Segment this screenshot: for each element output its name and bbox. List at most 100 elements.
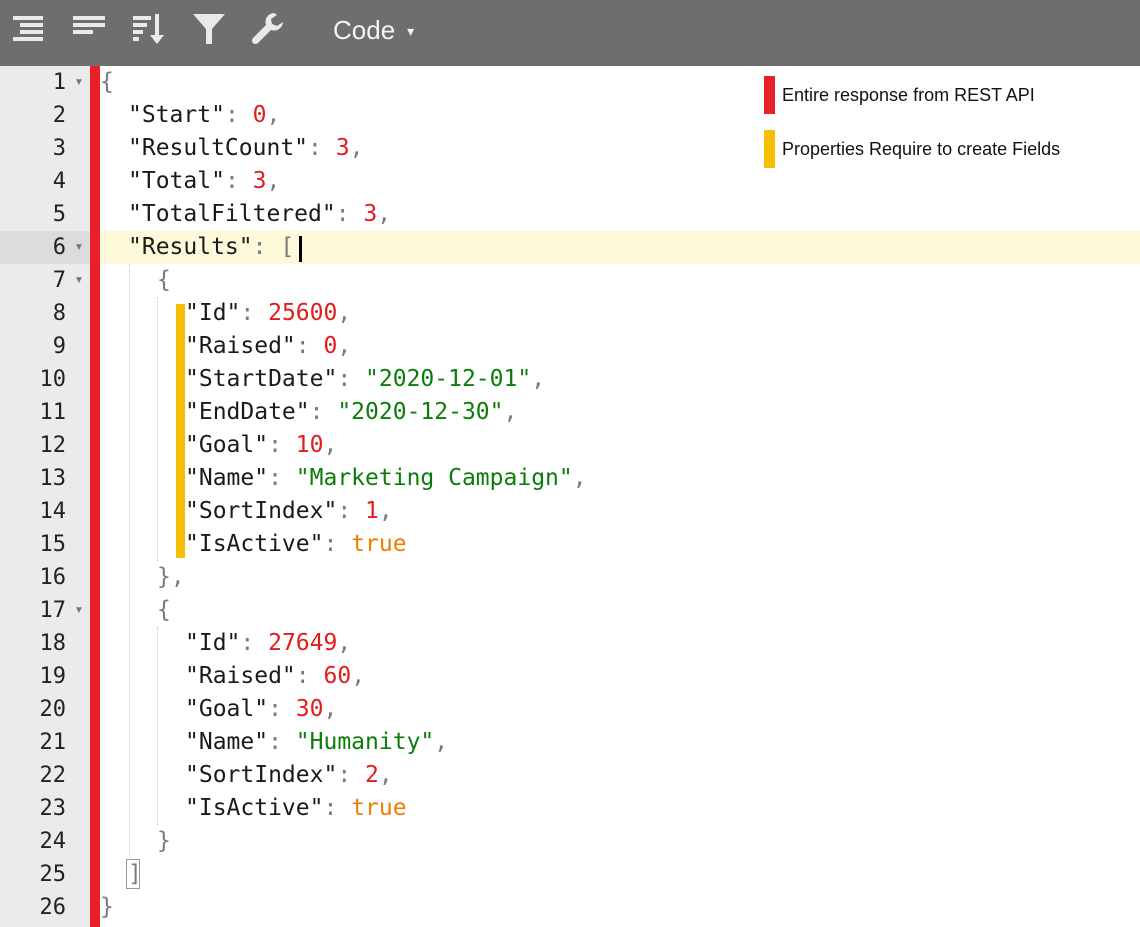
- code-text: "Goal": 10,: [185, 429, 337, 462]
- code-text: "Id": 27649,: [185, 627, 351, 660]
- line-number: 9: [52, 334, 66, 359]
- code-token: "ResultCount": [128, 135, 309, 161]
- code-text: "Id": 25600,: [185, 297, 351, 330]
- code-token: :: [337, 366, 366, 392]
- code-token: 3: [335, 135, 350, 161]
- line-number: 22: [39, 763, 67, 788]
- code-text: "IsActive": true: [185, 528, 407, 561]
- code-token: "2020-12-30": [337, 399, 504, 425]
- line-number: 2: [52, 103, 66, 128]
- code-line[interactable]: 10 "StartDate": "2020-12-01",: [0, 363, 1140, 396]
- code-line[interactable]: 5 "TotalFiltered": 3,: [0, 198, 1140, 231]
- code-token: :: [335, 201, 364, 227]
- code-token: :: [295, 663, 324, 689]
- code-line[interactable]: 21 "Name": "Humanity",: [0, 726, 1140, 759]
- code-line[interactable]: 14 "SortIndex": 1,: [0, 495, 1140, 528]
- code-text: {: [157, 594, 171, 627]
- code-text: "IsActive": true: [185, 792, 407, 825]
- code-line[interactable]: 23 "IsActive": true: [0, 792, 1140, 825]
- code-text: "Name": "Marketing Campaign",: [185, 462, 587, 495]
- code-line[interactable]: 20 "Goal": 30,: [0, 693, 1140, 726]
- fold-toggle-icon[interactable]: ▼: [72, 594, 86, 627]
- code-line[interactable]: 8 "Id": 25600,: [0, 297, 1140, 330]
- code-token: "2020-12-01": [365, 366, 532, 392]
- code-token: "IsActive": [185, 531, 324, 557]
- code-text: "Raised": 60,: [185, 660, 365, 693]
- code-line[interactable]: 4 "Total": 3,: [0, 165, 1140, 198]
- code-token: "Results": [128, 234, 253, 260]
- code-text: {: [100, 66, 114, 99]
- code-line[interactable]: 16},: [0, 561, 1140, 594]
- code-line[interactable]: 18 "Id": 27649,: [0, 627, 1140, 660]
- code-token: ,: [323, 696, 338, 722]
- code-token: {: [157, 597, 171, 623]
- code-text: }: [100, 891, 114, 924]
- legend-label: Properties Require to create Fields: [782, 138, 1061, 159]
- code-line[interactable]: 24}: [0, 825, 1140, 858]
- code-token: {: [157, 267, 171, 293]
- line-number: 8: [52, 301, 66, 326]
- code-text: "StartDate": "2020-12-01",: [185, 363, 545, 396]
- code-line[interactable]: 25]: [0, 858, 1140, 891]
- line-number: 18: [39, 631, 67, 656]
- code-text: "Goal": 30,: [185, 693, 337, 726]
- code-token: :: [268, 729, 296, 755]
- code-token: 30: [295, 696, 324, 722]
- code-token: true: [351, 795, 407, 821]
- code-token: "Name": [185, 465, 269, 491]
- code-line[interactable]: 19 "Raised": 60,: [0, 660, 1140, 693]
- text-cursor: [299, 236, 302, 262]
- red-highlight-bar: [90, 66, 100, 927]
- code-token: :: [240, 300, 269, 326]
- code-token: ,: [572, 465, 587, 491]
- code-token: 60: [323, 663, 352, 689]
- filter-icon[interactable]: [190, 10, 228, 48]
- line-number: 19: [39, 664, 67, 689]
- code-token: "EndDate": [185, 399, 310, 425]
- format-icon[interactable]: [10, 10, 48, 48]
- code-token: ,: [377, 201, 392, 227]
- code-line[interactable]: 7 ▼ {: [0, 264, 1140, 297]
- editor-toolbar: Code ▾: [0, 0, 1140, 66]
- compact-icon[interactable]: [70, 10, 108, 48]
- code-line[interactable]: 22 "SortIndex": 2,: [0, 759, 1140, 792]
- code-token: :: [337, 498, 366, 524]
- code-line[interactable]: 12 "Goal": 10,: [0, 429, 1140, 462]
- code-token: "Raised": [185, 663, 296, 689]
- code-token: 1: [365, 498, 379, 524]
- fold-toggle-icon[interactable]: ▼: [72, 231, 86, 264]
- line-number: 4: [52, 169, 66, 194]
- code-line[interactable]: 26}: [0, 891, 1140, 924]
- code-token: :: [268, 696, 296, 722]
- code-token: :: [224, 168, 253, 194]
- code-token: "Id": [185, 630, 241, 656]
- code-token: :: [295, 333, 324, 359]
- repair-icon[interactable]: [250, 10, 288, 48]
- code-line[interactable]: 17 ▼ {: [0, 594, 1140, 627]
- code-token: ,: [531, 366, 546, 392]
- code-token: 2: [365, 762, 379, 788]
- code-line[interactable]: 13 "Name": "Marketing Campaign",: [0, 462, 1140, 495]
- line-number: 24: [39, 829, 67, 854]
- code-line[interactable]: 9 "Raised": 0,: [0, 330, 1140, 363]
- sort-icon[interactable]: [130, 10, 168, 48]
- code-token: ,: [503, 399, 518, 425]
- code-text: "Raised": 0,: [185, 330, 351, 363]
- code-token: 3: [252, 168, 267, 194]
- code-token: :: [323, 795, 352, 821]
- mode-selector[interactable]: Code ▾: [333, 14, 414, 46]
- code-line[interactable]: 15 "IsActive": true: [0, 528, 1140, 561]
- line-number: 11: [39, 400, 67, 425]
- code-line[interactable]: 6 ▼ "Results": [: [0, 231, 1140, 264]
- legend-swatch-yellow: [764, 130, 775, 168]
- code-token: ,: [434, 729, 449, 755]
- code-token: ,: [337, 300, 352, 326]
- code-token: }: [157, 828, 171, 854]
- code-token: "Humanity": [295, 729, 435, 755]
- code-text: }: [157, 825, 171, 858]
- legend-swatch-red: [764, 76, 775, 114]
- code-line[interactable]: 11 "EndDate": "2020-12-30",: [0, 396, 1140, 429]
- fold-toggle-icon[interactable]: ▼: [72, 264, 86, 297]
- fold-toggle-icon[interactable]: ▼: [72, 66, 86, 99]
- code-token: "Start": [128, 102, 225, 128]
